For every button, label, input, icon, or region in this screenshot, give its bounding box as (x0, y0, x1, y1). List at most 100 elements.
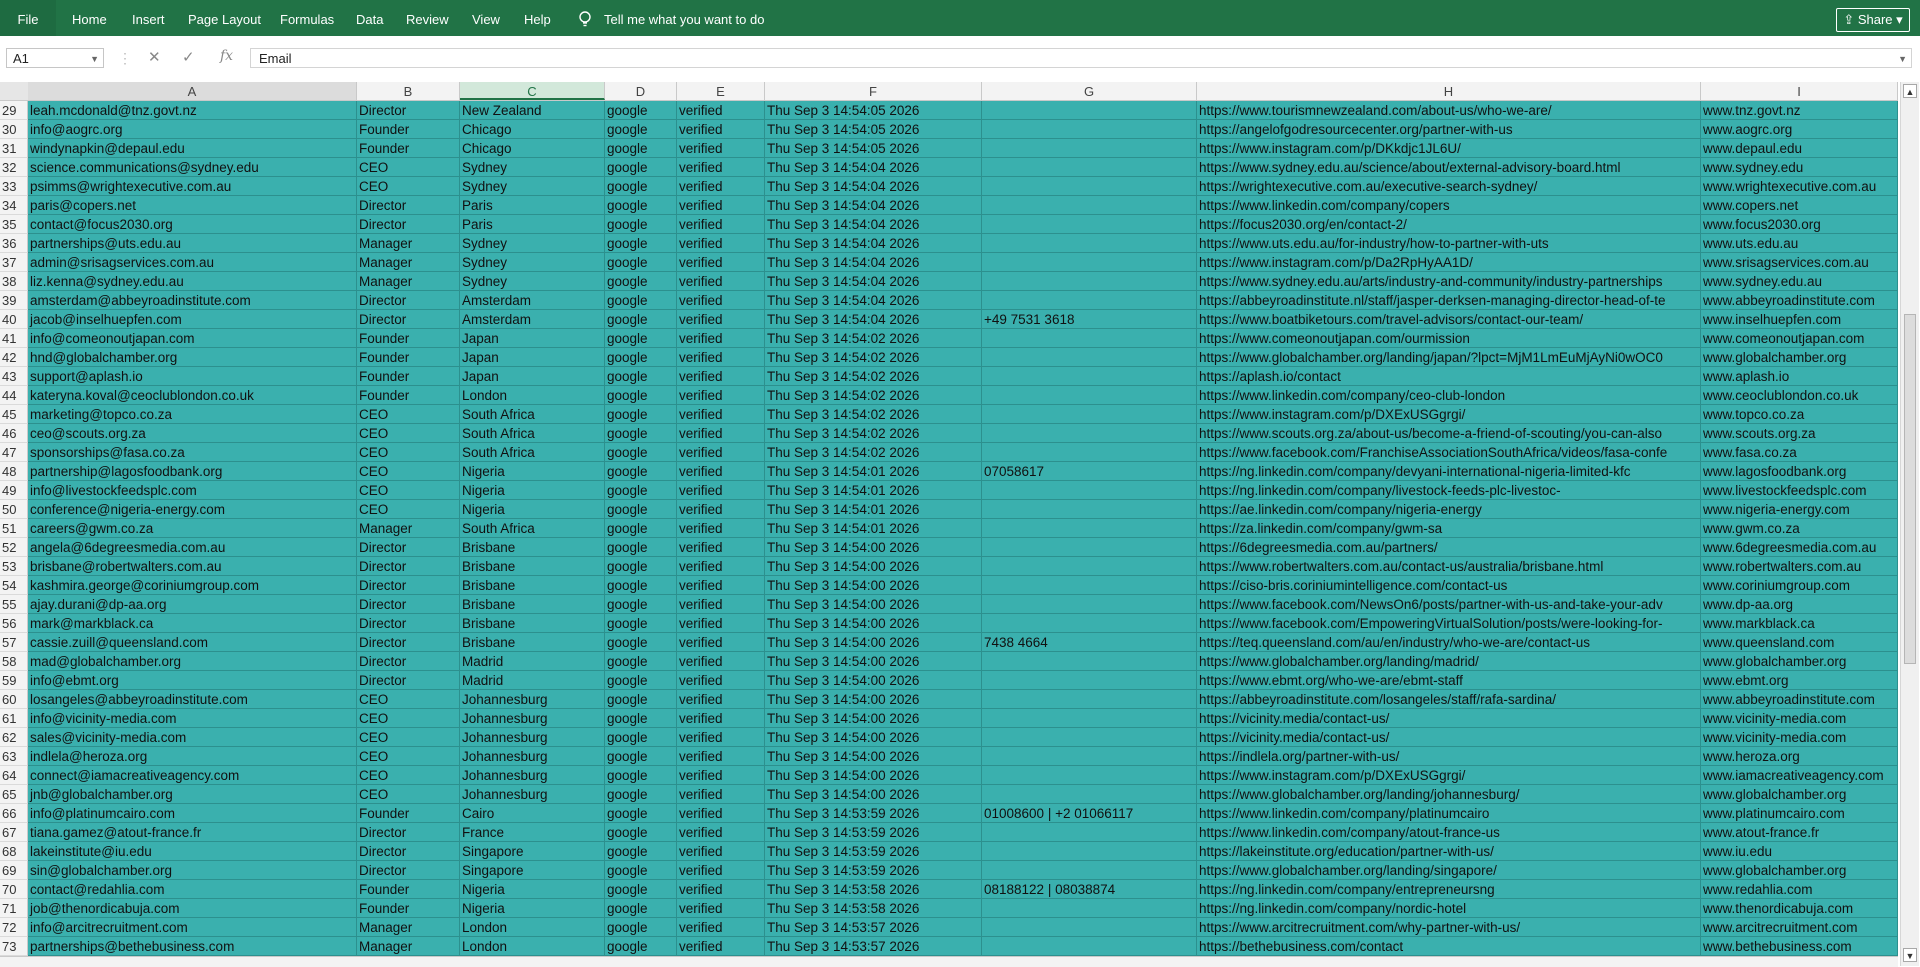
cell-col-a[interactable]: info@aogrc.org (28, 120, 357, 139)
cell-col-i[interactable]: www.sydney.edu.au (1701, 272, 1898, 291)
cell-col-d[interactable]: google (605, 424, 677, 443)
cell-col-f[interactable]: Thu Sep 3 14:54:00 2026 (765, 614, 982, 633)
cell-col-c[interactable]: Nigeria (460, 481, 605, 500)
cell-col-a[interactable]: ceo@scouts.org.za (28, 424, 357, 443)
cell-col-f[interactable]: Thu Sep 3 14:53:57 2026 (765, 918, 982, 937)
row-header[interactable]: 59 (0, 671, 28, 690)
tab-formulas[interactable]: Formulas (280, 0, 334, 36)
cell-col-b[interactable]: Director (357, 614, 460, 633)
cell-col-d[interactable]: google (605, 462, 677, 481)
cell-col-i[interactable]: www.scouts.org.za (1701, 424, 1898, 443)
cell-col-a[interactable]: partnerships@uts.edu.au (28, 234, 357, 253)
cell-col-d[interactable]: google (605, 937, 677, 956)
row-header[interactable]: 73 (0, 937, 28, 956)
cell-col-f[interactable]: Thu Sep 3 14:54:04 2026 (765, 196, 982, 215)
cell-col-b[interactable]: Director (357, 557, 460, 576)
cell-col-e[interactable]: verified (677, 614, 765, 633)
row-header[interactable]: 30 (0, 120, 28, 139)
cell-col-f[interactable]: Thu Sep 3 14:54:00 2026 (765, 690, 982, 709)
row-header[interactable]: 51 (0, 519, 28, 538)
cell-col-i[interactable]: www.heroza.org (1701, 747, 1898, 766)
cell-col-g[interactable] (982, 937, 1197, 956)
cell-col-a[interactable]: indlela@heroza.org (28, 747, 357, 766)
column-header-g[interactable]: G (982, 82, 1197, 100)
cell-col-a[interactable]: marketing@topco.co.za (28, 405, 357, 424)
cell-col-g[interactable] (982, 101, 1197, 120)
cell-col-i[interactable]: www.tnz.govt.nz (1701, 101, 1898, 120)
cell-col-e[interactable]: verified (677, 310, 765, 329)
cell-col-a[interactable]: job@thenordicabuja.com (28, 899, 357, 918)
cell-col-h[interactable]: https://ng.linkedin.com/company/devyani-… (1197, 462, 1701, 481)
cell-col-d[interactable]: google (605, 120, 677, 139)
cell-col-c[interactable]: London (460, 918, 605, 937)
scroll-down-icon[interactable]: ▼ (1903, 948, 1917, 962)
cell-col-i[interactable]: www.6degreesmedia.com.au (1701, 538, 1898, 557)
cell-col-f[interactable]: Thu Sep 3 14:53:59 2026 (765, 804, 982, 823)
cell-col-b[interactable]: Director (357, 310, 460, 329)
cell-col-f[interactable]: Thu Sep 3 14:54:02 2026 (765, 405, 982, 424)
cell-col-a[interactable]: psimms@wrightexecutive.com.au (28, 177, 357, 196)
cell-col-f[interactable]: Thu Sep 3 14:54:04 2026 (765, 291, 982, 310)
cell-col-h[interactable]: https://www.linkedin.com/company/atout-f… (1197, 823, 1701, 842)
cell-col-b[interactable]: Manager (357, 234, 460, 253)
cell-col-h[interactable]: https://www.globalchamber.org/landing/si… (1197, 861, 1701, 880)
cell-col-h[interactable]: https://www.globalchamber.org/landing/ja… (1197, 348, 1701, 367)
cell-col-i[interactable]: www.copers.net (1701, 196, 1898, 215)
cell-col-h[interactable]: https://www.robertwalters.com.au/contact… (1197, 557, 1701, 576)
cell-col-f[interactable]: Thu Sep 3 14:54:00 2026 (765, 595, 982, 614)
cell-col-c[interactable]: Japan (460, 348, 605, 367)
cell-col-g[interactable] (982, 595, 1197, 614)
row-header[interactable]: 41 (0, 329, 28, 348)
cell-col-e[interactable]: verified (677, 747, 765, 766)
column-header-i[interactable]: I (1701, 82, 1898, 100)
cell-col-d[interactable]: google (605, 329, 677, 348)
cell-col-b[interactable]: Director (357, 671, 460, 690)
cell-col-a[interactable]: info@platinumcairo.com (28, 804, 357, 823)
cell-col-c[interactable]: Brisbane (460, 538, 605, 557)
cell-col-f[interactable]: Thu Sep 3 14:54:04 2026 (765, 158, 982, 177)
cell-col-i[interactable]: www.aplash.io (1701, 367, 1898, 386)
insert-function-icon[interactable]: fx (220, 48, 233, 64)
chevron-down-icon[interactable]: ▼ (90, 49, 99, 69)
cell-col-c[interactable]: Johannesburg (460, 690, 605, 709)
cell-col-a[interactable]: paris@copers.net (28, 196, 357, 215)
cell-col-e[interactable]: verified (677, 671, 765, 690)
cell-col-e[interactable]: verified (677, 158, 765, 177)
cell-col-e[interactable]: verified (677, 538, 765, 557)
row-header[interactable]: 29 (0, 101, 28, 120)
cell-col-i[interactable]: www.sydney.edu (1701, 158, 1898, 177)
cell-col-g[interactable] (982, 234, 1197, 253)
cell-col-i[interactable]: www.thenordicabuja.com (1701, 899, 1898, 918)
cell-col-a[interactable]: science.communications@sydney.edu (28, 158, 357, 177)
cell-col-f[interactable]: Thu Sep 3 14:54:04 2026 (765, 234, 982, 253)
cell-col-h[interactable]: https://angelofgodresourcecenter.org/par… (1197, 120, 1701, 139)
cell-col-i[interactable]: www.arcitrecruitment.com (1701, 918, 1898, 937)
row-header[interactable]: 69 (0, 861, 28, 880)
cell-col-g[interactable] (982, 329, 1197, 348)
cell-col-f[interactable]: Thu Sep 3 14:54:00 2026 (765, 576, 982, 595)
cell-col-c[interactable]: Sydney (460, 272, 605, 291)
cell-col-e[interactable]: verified (677, 842, 765, 861)
cell-col-c[interactable]: France (460, 823, 605, 842)
cell-col-a[interactable]: conference@nigeria-energy.com (28, 500, 357, 519)
cell-col-e[interactable]: verified (677, 253, 765, 272)
row-header[interactable]: 45 (0, 405, 28, 424)
cell-col-c[interactable]: Sydney (460, 177, 605, 196)
cell-col-d[interactable]: google (605, 272, 677, 291)
cell-col-d[interactable]: google (605, 652, 677, 671)
cell-col-a[interactable]: support@aplash.io (28, 367, 357, 386)
cell-col-b[interactable]: CEO (357, 690, 460, 709)
cell-col-d[interactable]: google (605, 367, 677, 386)
cell-col-h[interactable]: https://www.uts.edu.au/for-industry/how-… (1197, 234, 1701, 253)
cell-col-c[interactable]: Nigeria (460, 462, 605, 481)
cell-col-i[interactable]: www.abbeyroadinstitute.com (1701, 690, 1898, 709)
cell-col-g[interactable] (982, 709, 1197, 728)
cell-col-a[interactable]: connect@iamacreativeagency.com (28, 766, 357, 785)
cell-col-i[interactable]: www.topco.co.za (1701, 405, 1898, 424)
cell-col-g[interactable]: +49 7531 3618 (982, 310, 1197, 329)
cell-col-i[interactable]: www.lagosfoodbank.org (1701, 462, 1898, 481)
row-header[interactable]: 40 (0, 310, 28, 329)
cell-col-g[interactable] (982, 766, 1197, 785)
cell-col-e[interactable]: verified (677, 652, 765, 671)
cell-col-a[interactable]: losangeles@abbeyroadinstitute.com (28, 690, 357, 709)
